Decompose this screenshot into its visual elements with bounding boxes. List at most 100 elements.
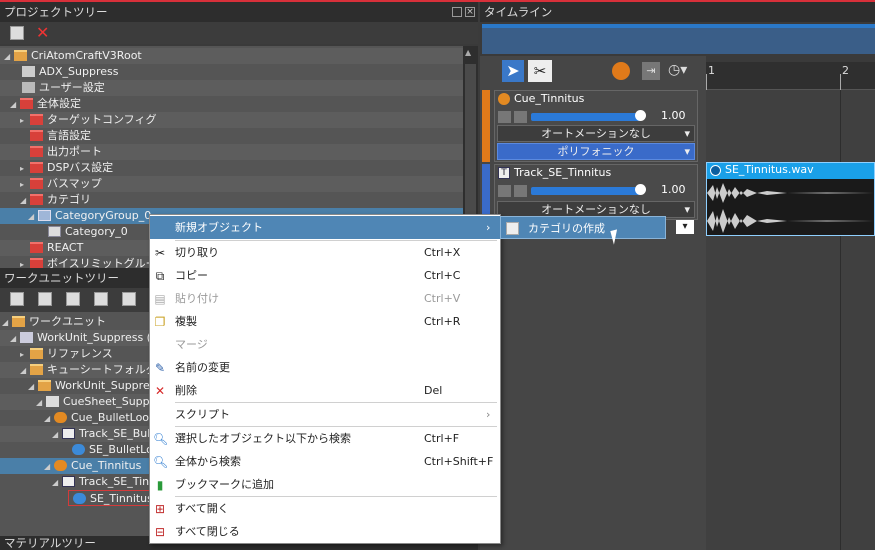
collapse-icon[interactable]: ◢ [36,395,46,411]
follow-icon[interactable]: ⇥ [642,62,660,80]
track-row[interactable]: T Track_SE_Tinnitus 1.00 オートメーションなし ▾ [482,164,698,220]
collapse-icon[interactable]: ◢ [20,193,30,209]
tree-item[interactable]: ▸ DSPバス設定 [0,160,463,176]
collapse-icon[interactable]: ◢ [44,459,54,475]
tree-item[interactable]: ◢ CriAtomCraftV3Root [0,48,463,64]
pan-icon[interactable] [498,185,511,197]
timeline-grid[interactable]: 1 2 SE_Tinnitus.wav [706,62,875,550]
tree-item-label: WorkUnit_Suppress [55,379,162,392]
scroll-up-icon[interactable]: ▲ [465,48,471,57]
collapse-icon[interactable]: ◢ [52,475,62,491]
menu-item-label: 削除 [175,384,197,397]
collapse-icon[interactable]: ◢ [52,427,62,443]
tree-item-label: DSPバス設定 [47,161,114,174]
mixer-icon[interactable] [514,111,527,123]
folder-icon [38,380,51,391]
tree-item[interactable]: ◢ 全体設定 [0,96,463,112]
menu-item-bookmark[interactable]: ▮ ブックマークに追加 [150,473,500,496]
collapse-icon[interactable]: ◢ [4,49,14,65]
menu-item-label: 名前の変更 [175,361,230,374]
category-icon [48,226,61,237]
volume-slider[interactable] [531,187,641,195]
track-icon [62,428,75,439]
volume-slider[interactable] [531,113,641,121]
collapse-icon[interactable]: ◢ [44,411,54,427]
cue-icon [498,93,510,105]
menu-item-label: すべて開く [175,502,229,515]
tree-item[interactable]: ▸ バスマップ [0,176,463,192]
new-cue-icon[interactable] [66,292,80,306]
menu-item-duplicate[interactable]: ❐ 複製 Ctrl+R [150,310,500,333]
delete-icon[interactable]: ✕ [36,23,49,42]
new-track-icon[interactable] [94,292,108,306]
select-tool-icon[interactable]: ➤ [502,60,524,82]
waveform-graph [707,179,874,235]
tree-item[interactable]: ▸ ターゲットコンフィグ [0,112,463,128]
expand-icon[interactable]: ▸ [20,113,30,129]
cue-automation-dropdown[interactable]: オートメーションなし ▾ [497,125,695,142]
pan-icon[interactable] [498,111,511,123]
collapse-icon[interactable]: ◢ [10,331,20,347]
menu-item-copy[interactable]: ⧉ コピー Ctrl+C [150,264,500,287]
menu-item-merge[interactable]: マージ [150,333,500,356]
close-panel-icon[interactable]: × [465,7,475,17]
expand-icon[interactable]: ▸ [20,177,30,193]
tree-item[interactable]: ADX_Suppress [0,64,463,80]
cue-mode-dropdown[interactable]: ポリフォニック ▾ [497,143,695,160]
folder-icon [30,130,43,141]
menu-item-delete[interactable]: ✕ 削除 Del [150,379,500,402]
material-tree-title: マテリアルツリー [4,536,96,550]
menu-item-shortcut: Ctrl+C [424,269,461,282]
scissors-icon: ✂ [154,246,166,260]
folder-icon [30,194,43,205]
new-material-icon[interactable] [122,292,136,306]
menu-item-shortcut: Del [424,384,443,397]
expand-icon[interactable]: ▸ [20,257,30,268]
menu-item-collapse-all[interactable]: ⊟ すべて閉じる [150,520,500,543]
cue-name: Cue_Tinnitus [514,92,585,105]
submenu-create-category[interactable]: カテゴリの作成 [500,216,666,239]
new-workunit-icon[interactable] [10,292,24,306]
expand-all-icon: ⊞ [154,502,166,516]
menu-item-script[interactable]: スクリプト › [150,403,500,426]
tree-item[interactable]: 出力ポート [0,144,463,160]
mixer-icon[interactable] [514,185,527,197]
menu-item-expand-all[interactable]: ⊞ すべて開く [150,497,500,520]
menu-item-rename[interactable]: ✎ 名前の変更 [150,356,500,379]
expand-icon[interactable]: ▸ [20,161,30,177]
cut-tool-icon[interactable]: ✂ [528,60,552,82]
float-icon[interactable] [452,7,462,17]
volume-knob[interactable] [635,110,646,121]
scrollbar-thumb[interactable] [465,64,476,214]
collapse-icon[interactable]: ◢ [2,315,12,331]
menu-item-search-below[interactable]: 🔍︎ 選択したオブジェクト以下から検索 Ctrl+F [150,427,500,450]
timeline-title: タイムライン [484,5,553,19]
play-icon[interactable] [612,62,630,80]
tree-item-label: ターゲットコンフィグ [47,113,157,126]
volume-knob[interactable] [635,184,646,195]
new-cuesheet-icon[interactable] [38,292,52,306]
tree-item[interactable]: ユーザー設定 [0,80,463,96]
menu-item-paste[interactable]: ▤ 貼り付け Ctrl+V [150,287,500,310]
menu-item-label: 切り取り [175,246,219,259]
folder-icon [30,178,43,189]
collapse-icon[interactable]: ◢ [20,363,30,379]
cue-row[interactable]: Cue_Tinnitus 1.00 オートメーションなし ▾ ポリフォニック ▾ [482,90,698,162]
menu-item-cut[interactable]: ✂ 切り取り Ctrl+X [150,241,500,264]
folder-icon [30,364,43,375]
menu-item-label: コピー [175,269,208,282]
collapse-icon[interactable]: ◢ [28,379,38,395]
new-object-icon[interactable] [10,26,24,40]
waveform-clip[interactable]: SE_Tinnitus.wav [706,162,875,236]
expand-icon[interactable]: ▸ [20,347,30,363]
clock-icon[interactable]: ◷▾ [668,62,687,78]
project-tree-toolbar: ✕ [0,22,478,44]
tree-item[interactable]: ◢ カテゴリ [0,192,463,208]
collapse-icon[interactable]: ◢ [28,209,38,225]
collapse-icon[interactable]: ◢ [10,97,20,113]
menu-item-search-all[interactable]: 🔍︎ 全体から検索 Ctrl+Shift+F [150,450,500,473]
tree-item[interactable]: 言語設定 [0,128,463,144]
workunit-icon [20,332,33,343]
chevron-down-icon[interactable]: ▾ [676,220,694,234]
menu-item-new-object[interactable]: 新規オブジェクト › [150,216,500,239]
